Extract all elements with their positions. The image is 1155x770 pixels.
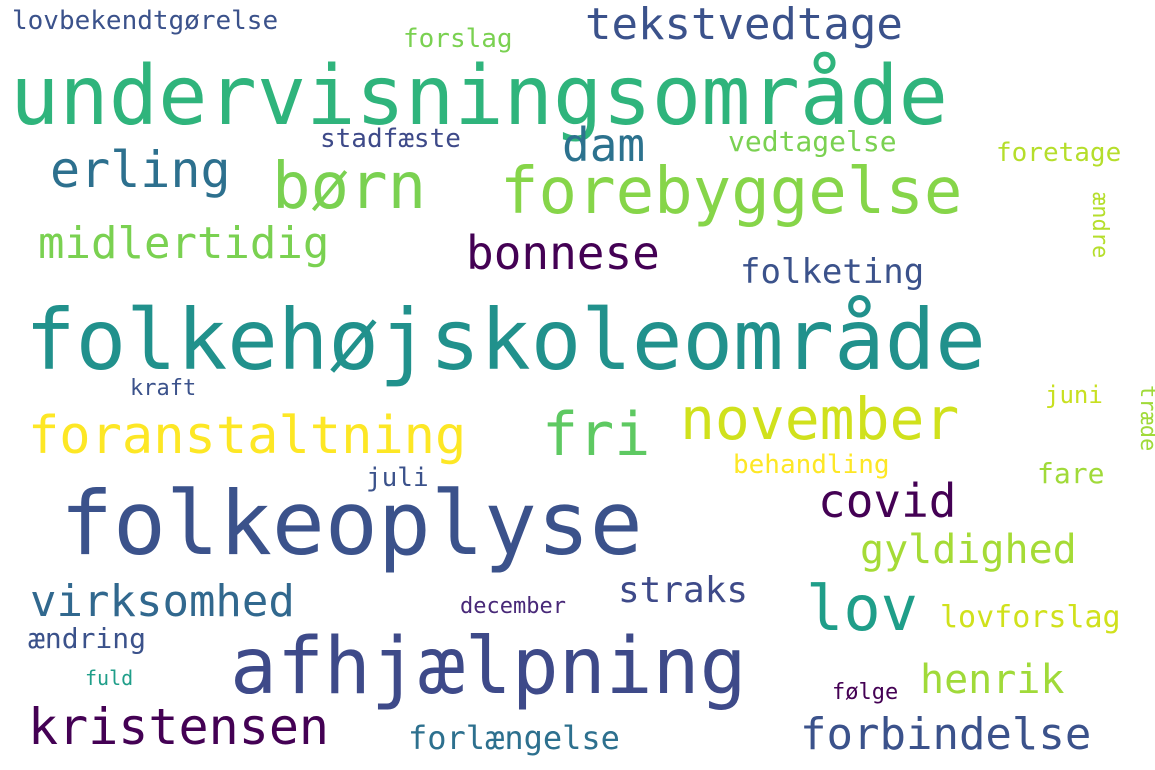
word-traede: træde (1135, 385, 1155, 452)
word-aendre: ændre (1087, 192, 1112, 259)
word-dam: dam (562, 118, 646, 172)
word-kraft: kraft (130, 376, 197, 401)
word-folkeoplyse: folkeoplyse (60, 472, 643, 575)
word-erling: erling (50, 141, 231, 199)
word-henrik: henrik (920, 657, 1065, 703)
word-forlaengelse: forlængelse (408, 719, 620, 757)
word-december: december (460, 594, 566, 619)
word-forbindelse: forbindelse (800, 709, 1092, 760)
word-midlertidig: midlertidig (38, 218, 330, 269)
word-straks: straks (618, 570, 749, 611)
word-fare: fare (1037, 457, 1105, 490)
word-boern: børn (272, 150, 427, 224)
word-fri: fri (542, 400, 651, 470)
word-bonnese: bonnese (466, 226, 660, 280)
word-lovbekendtgoerelse: lovbekendtgørelse (12, 6, 279, 36)
word-folkehoejskoleomraade: folkehøjskoleområde (25, 291, 986, 389)
word-afhjaelpning: afhjælpning (230, 622, 747, 712)
word-foretage: foretage (996, 138, 1122, 168)
word-gyldighed: gyldighed (860, 527, 1077, 573)
word-cloud: undervisningsområde folkehøjskoleområde … (0, 0, 1155, 770)
word-fuld: fuld (85, 666, 134, 690)
word-stadfaeste: stadfæste (320, 124, 461, 154)
word-juli: juli (366, 463, 429, 493)
word-foranstaltning: foranstaltning (28, 406, 467, 466)
word-tekstvedtage: tekstvedtage (585, 0, 903, 50)
word-kristensen: kristensen (28, 698, 330, 756)
word-covid: covid (818, 474, 957, 528)
word-forslag: forslag (403, 24, 513, 54)
word-folketing: folketing (740, 252, 925, 292)
word-juni: juni (1045, 381, 1103, 409)
word-foelge: følge (832, 680, 899, 705)
word-aendring: ændring (28, 622, 147, 655)
word-behandling: behandling (733, 450, 890, 480)
word-lov: lov (806, 572, 918, 645)
word-lovforslag: lovforslag (940, 600, 1121, 635)
word-vedtagelse: vedtagelse (728, 125, 897, 158)
word-november: november (680, 385, 960, 453)
word-virksomhed: virksomhed (30, 576, 295, 627)
